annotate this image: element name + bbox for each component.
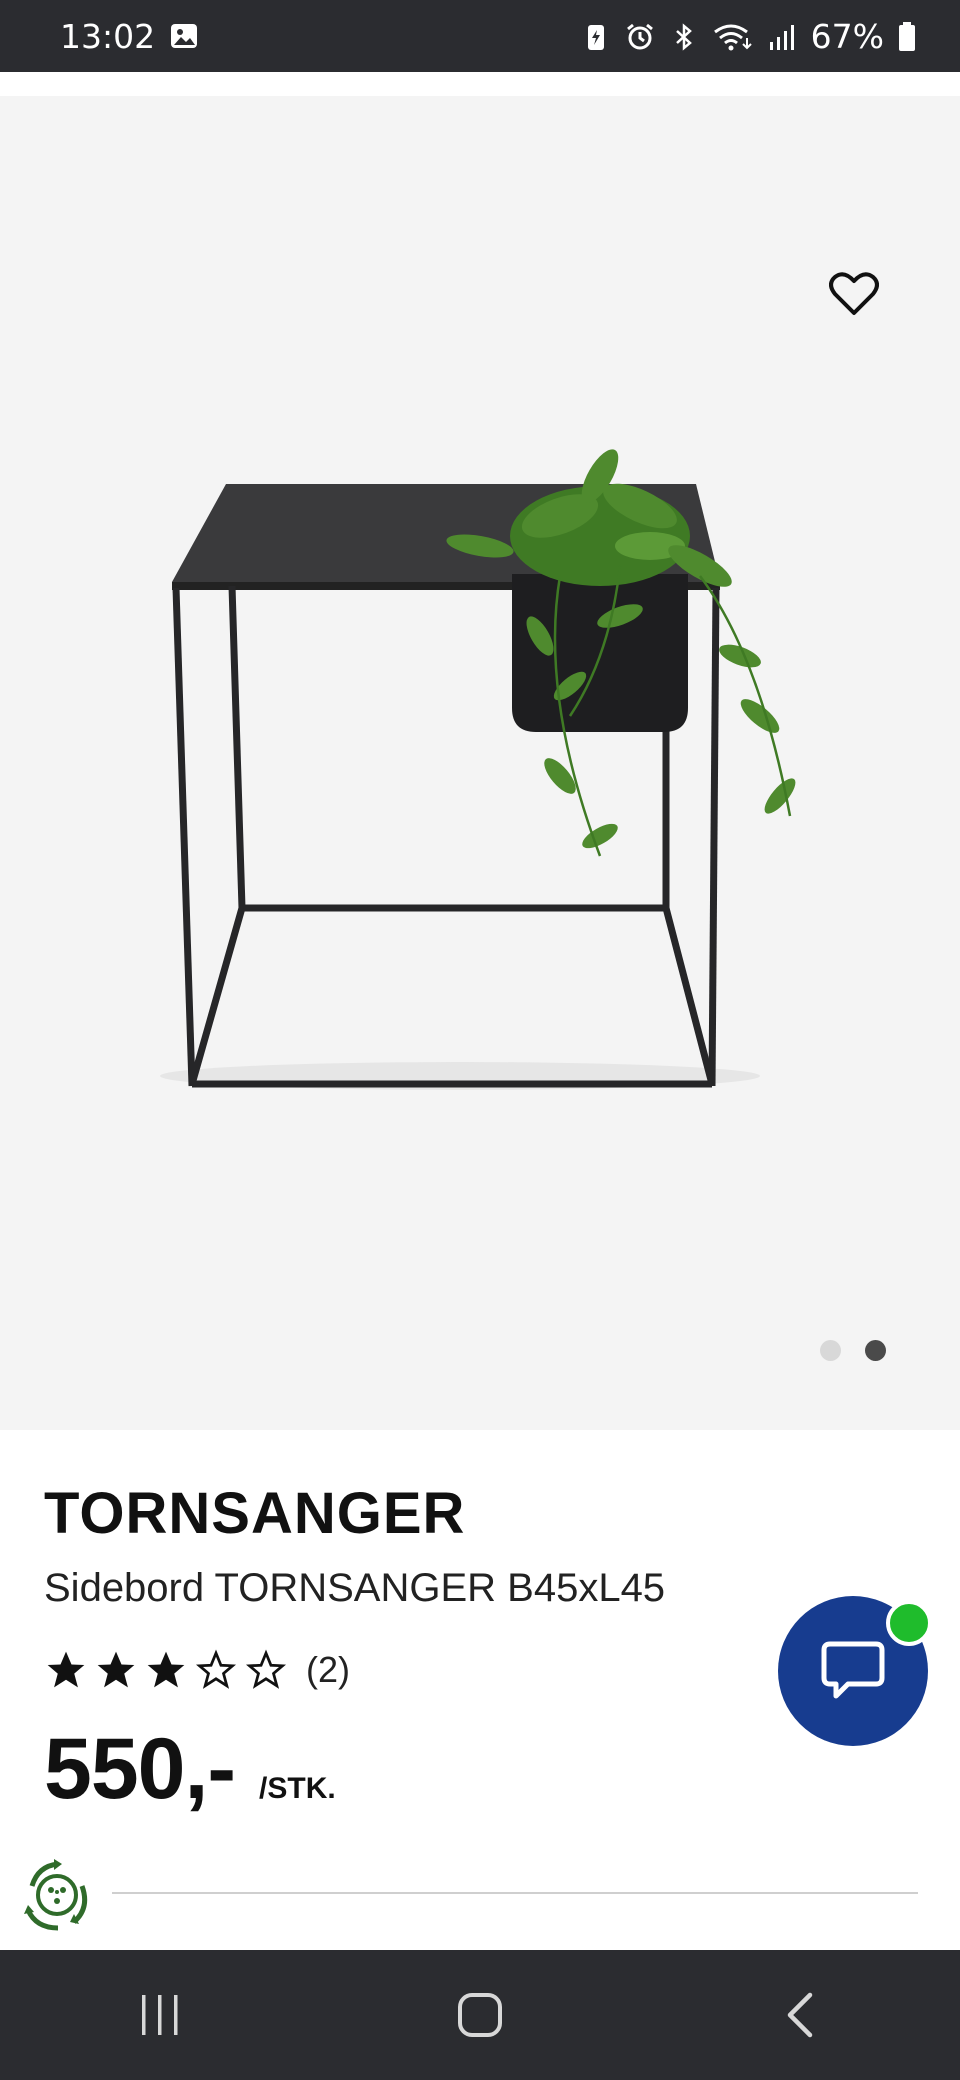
- product-title: TORNSANGER: [44, 1481, 466, 1546]
- bluetooth-icon: [669, 21, 699, 51]
- heart-outline-icon: [829, 272, 879, 315]
- gallery-dot-active[interactable]: [865, 1340, 886, 1361]
- home-button[interactable]: [420, 1970, 540, 2060]
- product-price: 550,- /STK.: [44, 1720, 336, 1819]
- back-icon: [787, 1992, 813, 2038]
- recent-apps-button[interactable]: [100, 1970, 220, 2060]
- alarm-icon: [625, 21, 655, 51]
- product-rating[interactable]: (2): [44, 1648, 350, 1692]
- product-gallery[interactable]: [0, 96, 960, 1430]
- chat-online-badge: [886, 1600, 932, 1646]
- battery-icon: [898, 21, 916, 51]
- favorite-button[interactable]: [816, 256, 892, 332]
- gallery-icon: [169, 21, 199, 51]
- status-bar: 13:02 67%: [0, 0, 960, 72]
- wifi-icon: [713, 21, 753, 51]
- recent-apps-icon: [142, 1995, 178, 2035]
- top-spacer: [0, 72, 960, 96]
- status-time: 13:02: [60, 16, 156, 56]
- star-empty-icon: [245, 1649, 287, 1689]
- star-filled-icon: [147, 1651, 185, 1688]
- product-description: Sidebord TORNSANGER B45xL45: [44, 1566, 666, 1610]
- section-divider: [112, 1892, 918, 1894]
- star-filled-icon: [47, 1651, 85, 1688]
- gallery-pagination: [820, 1340, 886, 1361]
- chat-bubble-icon: [821, 1641, 885, 1699]
- back-button[interactable]: [740, 1970, 860, 2060]
- price-value: 550,-: [44, 1721, 236, 1817]
- star-empty-icon: [195, 1649, 237, 1689]
- rating-count: (2): [306, 1649, 350, 1690]
- home-icon: [458, 1993, 502, 2037]
- battery-saver-icon: [581, 21, 611, 51]
- battery-percent: 67%: [810, 16, 884, 56]
- status-left: 13:02: [60, 17, 199, 56]
- system-nav-bar: [0, 1950, 960, 2080]
- recycle-eco-icon[interactable]: [18, 1856, 96, 1934]
- signal-icon: [767, 21, 797, 51]
- gallery-dot[interactable]: [820, 1340, 841, 1361]
- price-unit: /STK.: [259, 1772, 336, 1805]
- status-right: 67%: [581, 17, 916, 56]
- star-filled-icon: [97, 1651, 135, 1688]
